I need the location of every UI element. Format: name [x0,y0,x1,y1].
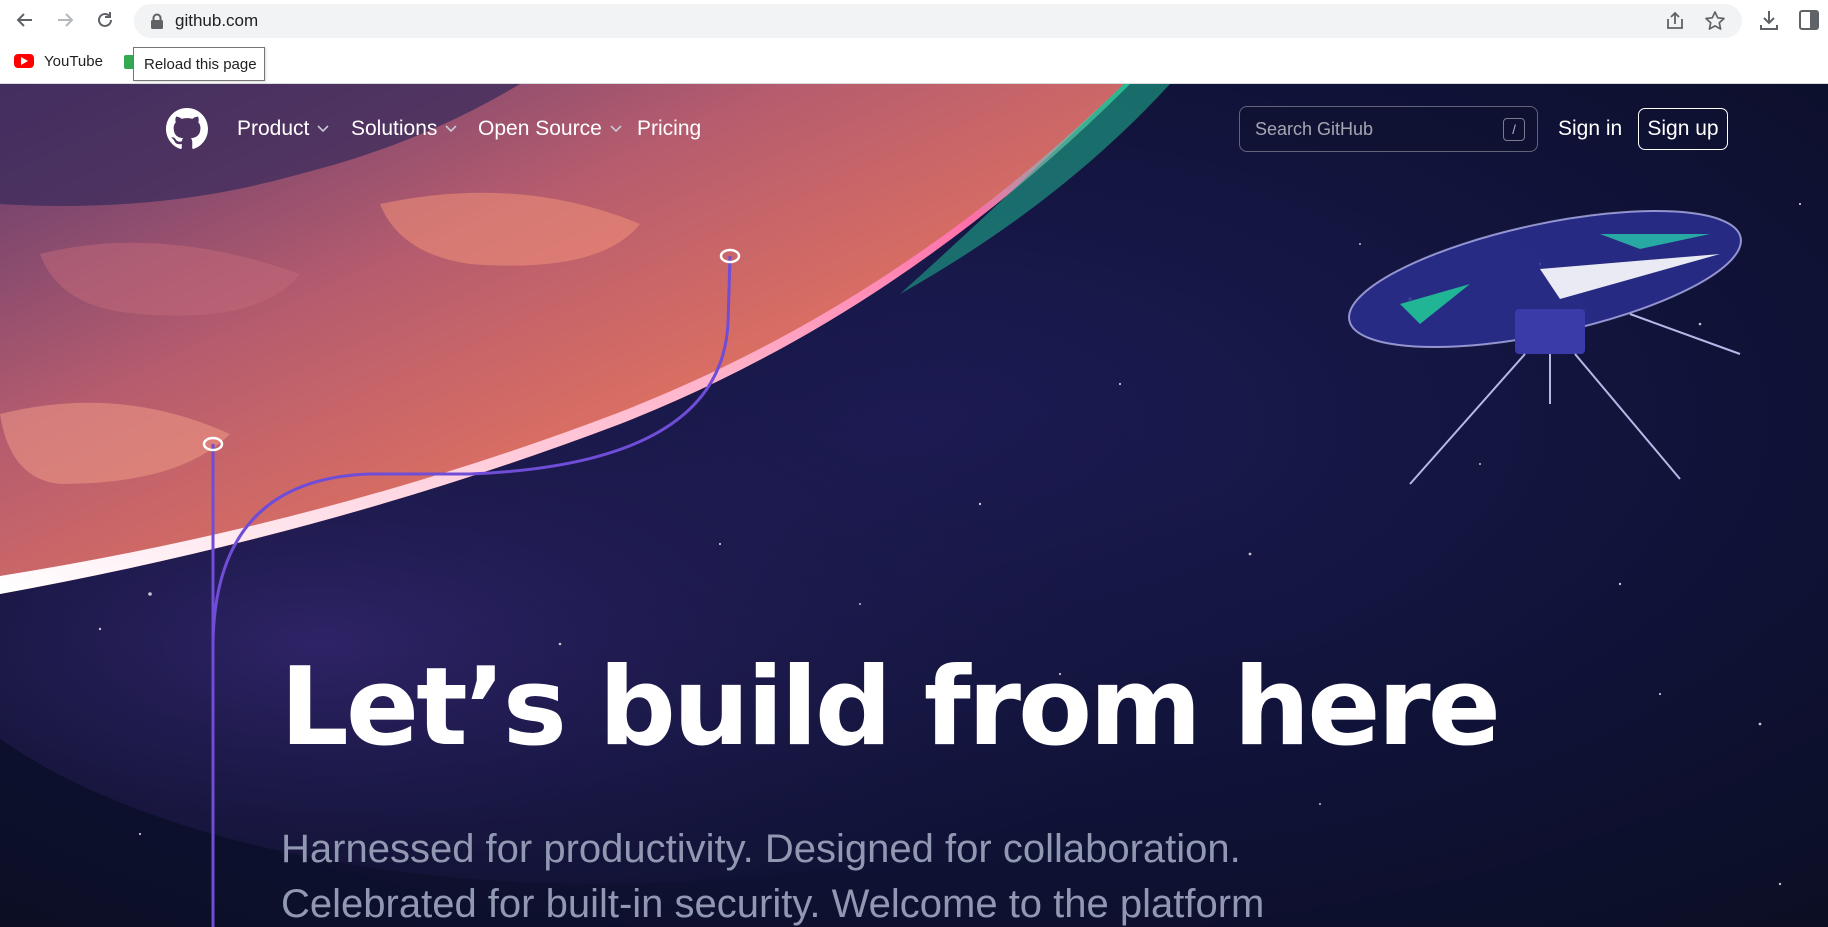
sign-up-button[interactable]: Sign up [1638,108,1728,150]
nav-solutions[interactable]: Solutions [351,117,457,141]
hero-subtitle: Harnessed for productivity. Designed for… [281,822,1381,927]
chevron-down-icon [610,125,622,133]
hero-title: Let’s build from here [280,645,1501,770]
github-page: Product Solutions Open Source Pricing Se… [0,84,1828,927]
address-bar[interactable]: github.com [134,4,1742,38]
nav-open-source-label: Open Source [478,117,602,140]
side-panel-icon[interactable] [1797,8,1821,32]
chevron-down-icon [317,125,329,133]
reload-icon [98,12,112,27]
back-button[interactable] [10,5,40,35]
url-text: github.com [175,11,259,30]
nav-product-label: Product [237,117,310,140]
lock-icon [151,13,163,29]
download-icon[interactable] [1757,8,1781,32]
nav-solutions-label: Solutions [351,117,438,140]
nav-pricing[interactable]: Pricing [637,117,701,141]
arrow-right-icon [58,13,74,27]
nav-product[interactable]: Product [237,117,329,141]
bookmarks-bar: YouTube [0,42,1828,84]
forward-button[interactable] [50,5,80,35]
chevron-down-icon [445,125,457,133]
arrow-left-icon [16,13,32,27]
hero-illustration [0,84,1828,927]
search-shortcut-key: / [1503,118,1525,141]
bookmark-label: YouTube [44,52,103,70]
reload-button[interactable] [90,5,120,35]
tooltip: Reload this page [133,47,265,81]
nav-pricing-label: Pricing [637,117,702,140]
youtube-icon [14,54,34,68]
sign-in-link[interactable]: Sign in [1558,117,1622,141]
hero-subtitle-line1: Harnessed for productivity. Designed for… [281,827,1241,871]
site-header: Product Solutions Open Source Pricing Se… [0,84,1828,176]
search-placeholder: Search GitHub [1255,119,1374,139]
bookmark-youtube[interactable]: YouTube [14,50,103,72]
nav-open-source[interactable]: Open Source [478,117,622,141]
share-icon[interactable] [1664,10,1686,32]
bookmark-star-icon[interactable] [1704,10,1726,32]
browser-toolbar: github.com [0,0,1828,42]
hero-subtitle-line2: Celebrated for built-in security. Welcom… [281,882,1265,926]
search-input[interactable]: Search GitHub / [1239,106,1538,152]
github-octocat-icon[interactable] [166,108,208,150]
